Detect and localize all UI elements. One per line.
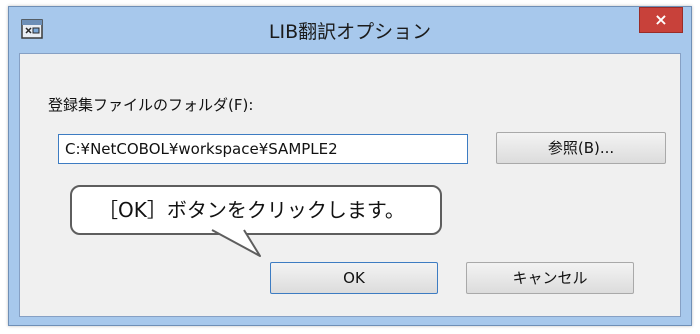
browse-button[interactable]: 参照(B)... [496, 132, 666, 164]
callout-tail [211, 228, 261, 257]
window-title: LIB翻訳オプション [268, 21, 432, 43]
folder-label: 登録集ファイルのフォルダ(F): [48, 96, 254, 114]
dialog-window: LIB翻訳オプション × 登録集ファイルのフォルダ(F): 参照(B)... O… [8, 6, 692, 326]
cancel-button[interactable]: キャンセル [466, 262, 634, 294]
close-icon: × [654, 10, 668, 29]
title-bar[interactable]: LIB翻訳オプション × [9, 7, 691, 53]
folder-path-input[interactable] [58, 134, 468, 164]
ok-button[interactable]: OK [270, 262, 438, 294]
close-button[interactable]: × [639, 7, 683, 33]
callout-text: ［OK］ボタンをクリックします。 [98, 198, 405, 222]
